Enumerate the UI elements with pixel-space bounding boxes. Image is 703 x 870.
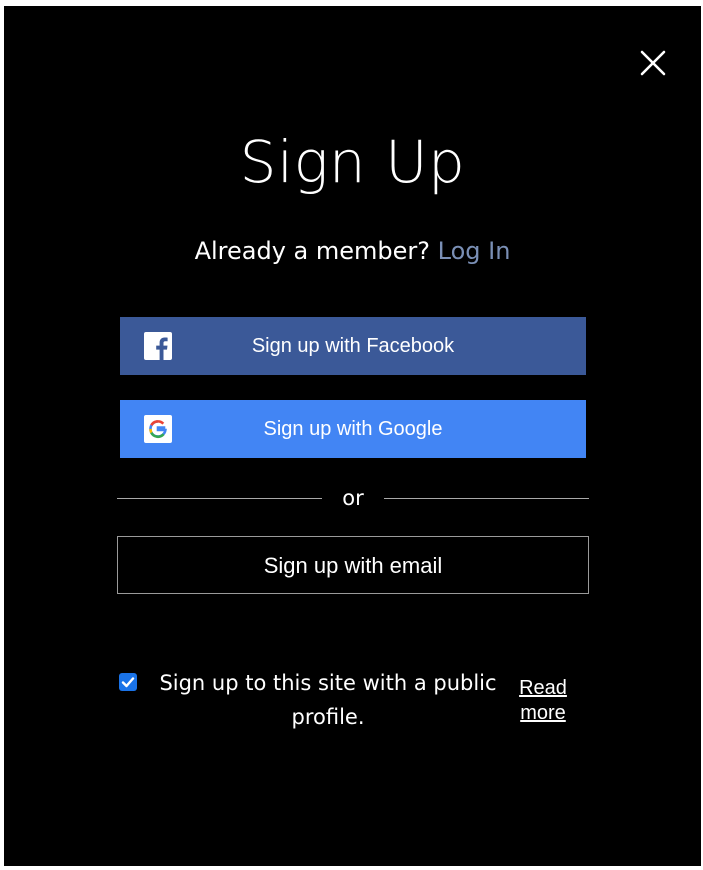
public-profile-checkbox[interactable] <box>119 673 137 691</box>
divider-right <box>384 498 589 499</box>
login-link[interactable]: Log In <box>438 237 511 265</box>
google-button-label: Sign up with Google <box>263 418 443 440</box>
read-more-link[interactable]: Read more <box>512 676 574 726</box>
close-icon <box>640 50 666 76</box>
page-title: Sign Up <box>239 128 466 196</box>
email-signup-button[interactable]: Sign up with email <box>117 536 589 594</box>
checkmark-icon <box>121 677 135 688</box>
divider-or: or <box>342 486 364 510</box>
member-prompt: Already a member? Log In <box>4 234 701 268</box>
close-button[interactable] <box>636 46 670 80</box>
public-profile-label: Sign up to this site with a public profi… <box>159 671 497 729</box>
member-prompt-text: Already a member? <box>194 237 430 265</box>
signup-dialog: Sign Up Already a member? Log In Sign up… <box>4 6 701 866</box>
facebook-button-label: Sign up with Facebook <box>251 335 455 357</box>
facebook-signup-button[interactable]: Sign up with Facebook <box>120 317 586 375</box>
divider-left <box>117 498 322 499</box>
google-signup-button[interactable]: Sign up with Google <box>120 400 586 458</box>
